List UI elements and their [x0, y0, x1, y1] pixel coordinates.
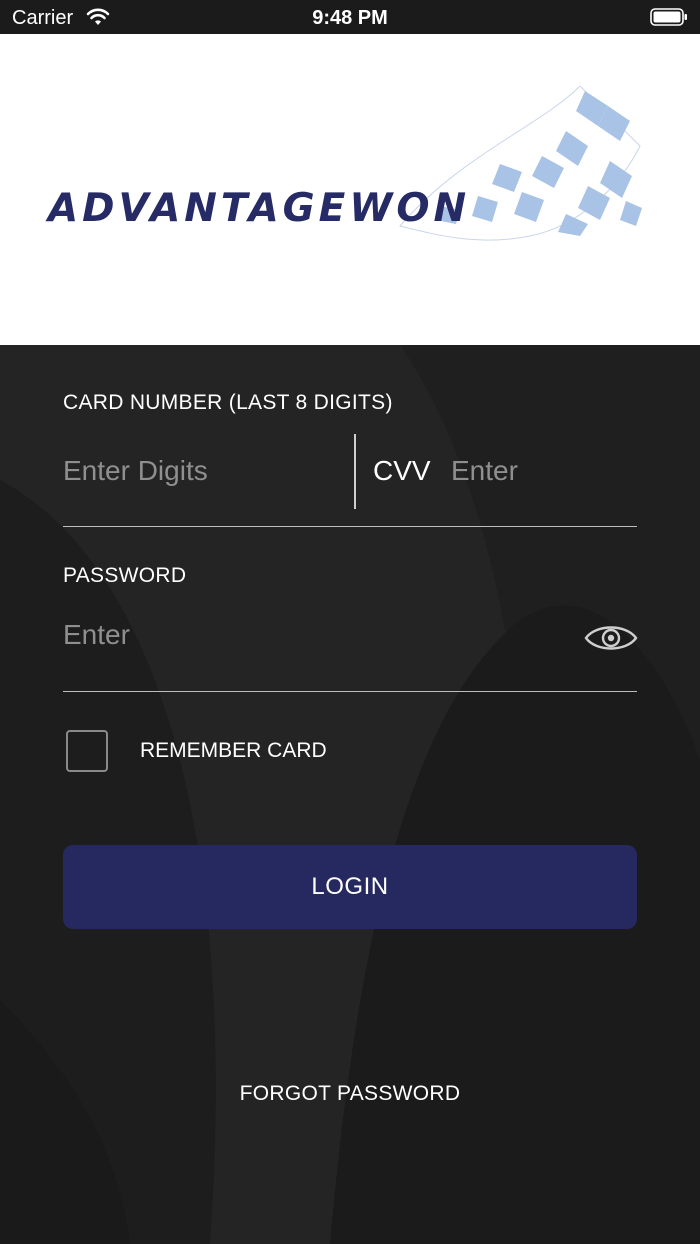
login-form: CARD NUMBER (LAST 8 DIGITS) Enter Digits…: [0, 345, 700, 1244]
remember-card-label[interactable]: REMEMBER CARD: [140, 739, 327, 763]
eye-icon[interactable]: [584, 621, 638, 655]
brand-wordmark: ADVANTAGEWON: [48, 186, 471, 231]
card-number-input[interactable]: Enter Digits: [63, 455, 208, 487]
password-label: PASSWORD: [63, 564, 187, 587]
password-input[interactable]: Enter: [63, 619, 130, 651]
card-underline: [63, 526, 637, 527]
cvv-input[interactable]: Enter: [451, 455, 518, 487]
card-number-label: CARD NUMBER (LAST 8 DIGITS): [63, 391, 393, 414]
remember-card-checkbox[interactable]: [66, 730, 108, 772]
login-button[interactable]: LOGIN: [63, 845, 637, 929]
clock: 9:48 PM: [312, 7, 388, 29]
battery-icon: [650, 8, 687, 26]
login-screen: Carrier 9:48 PM ADVANTAGEWON CARD NUMBER…: [0, 0, 700, 1244]
password-underline: [63, 691, 637, 692]
field-divider: [354, 434, 356, 509]
forgot-password-link[interactable]: FORGOT PASSWORD: [0, 1082, 700, 1106]
cvv-label: CVV: [373, 455, 431, 486]
status-bar: Carrier 9:48 PM: [0, 0, 700, 34]
logo-header: ADVANTAGEWON: [0, 34, 700, 345]
